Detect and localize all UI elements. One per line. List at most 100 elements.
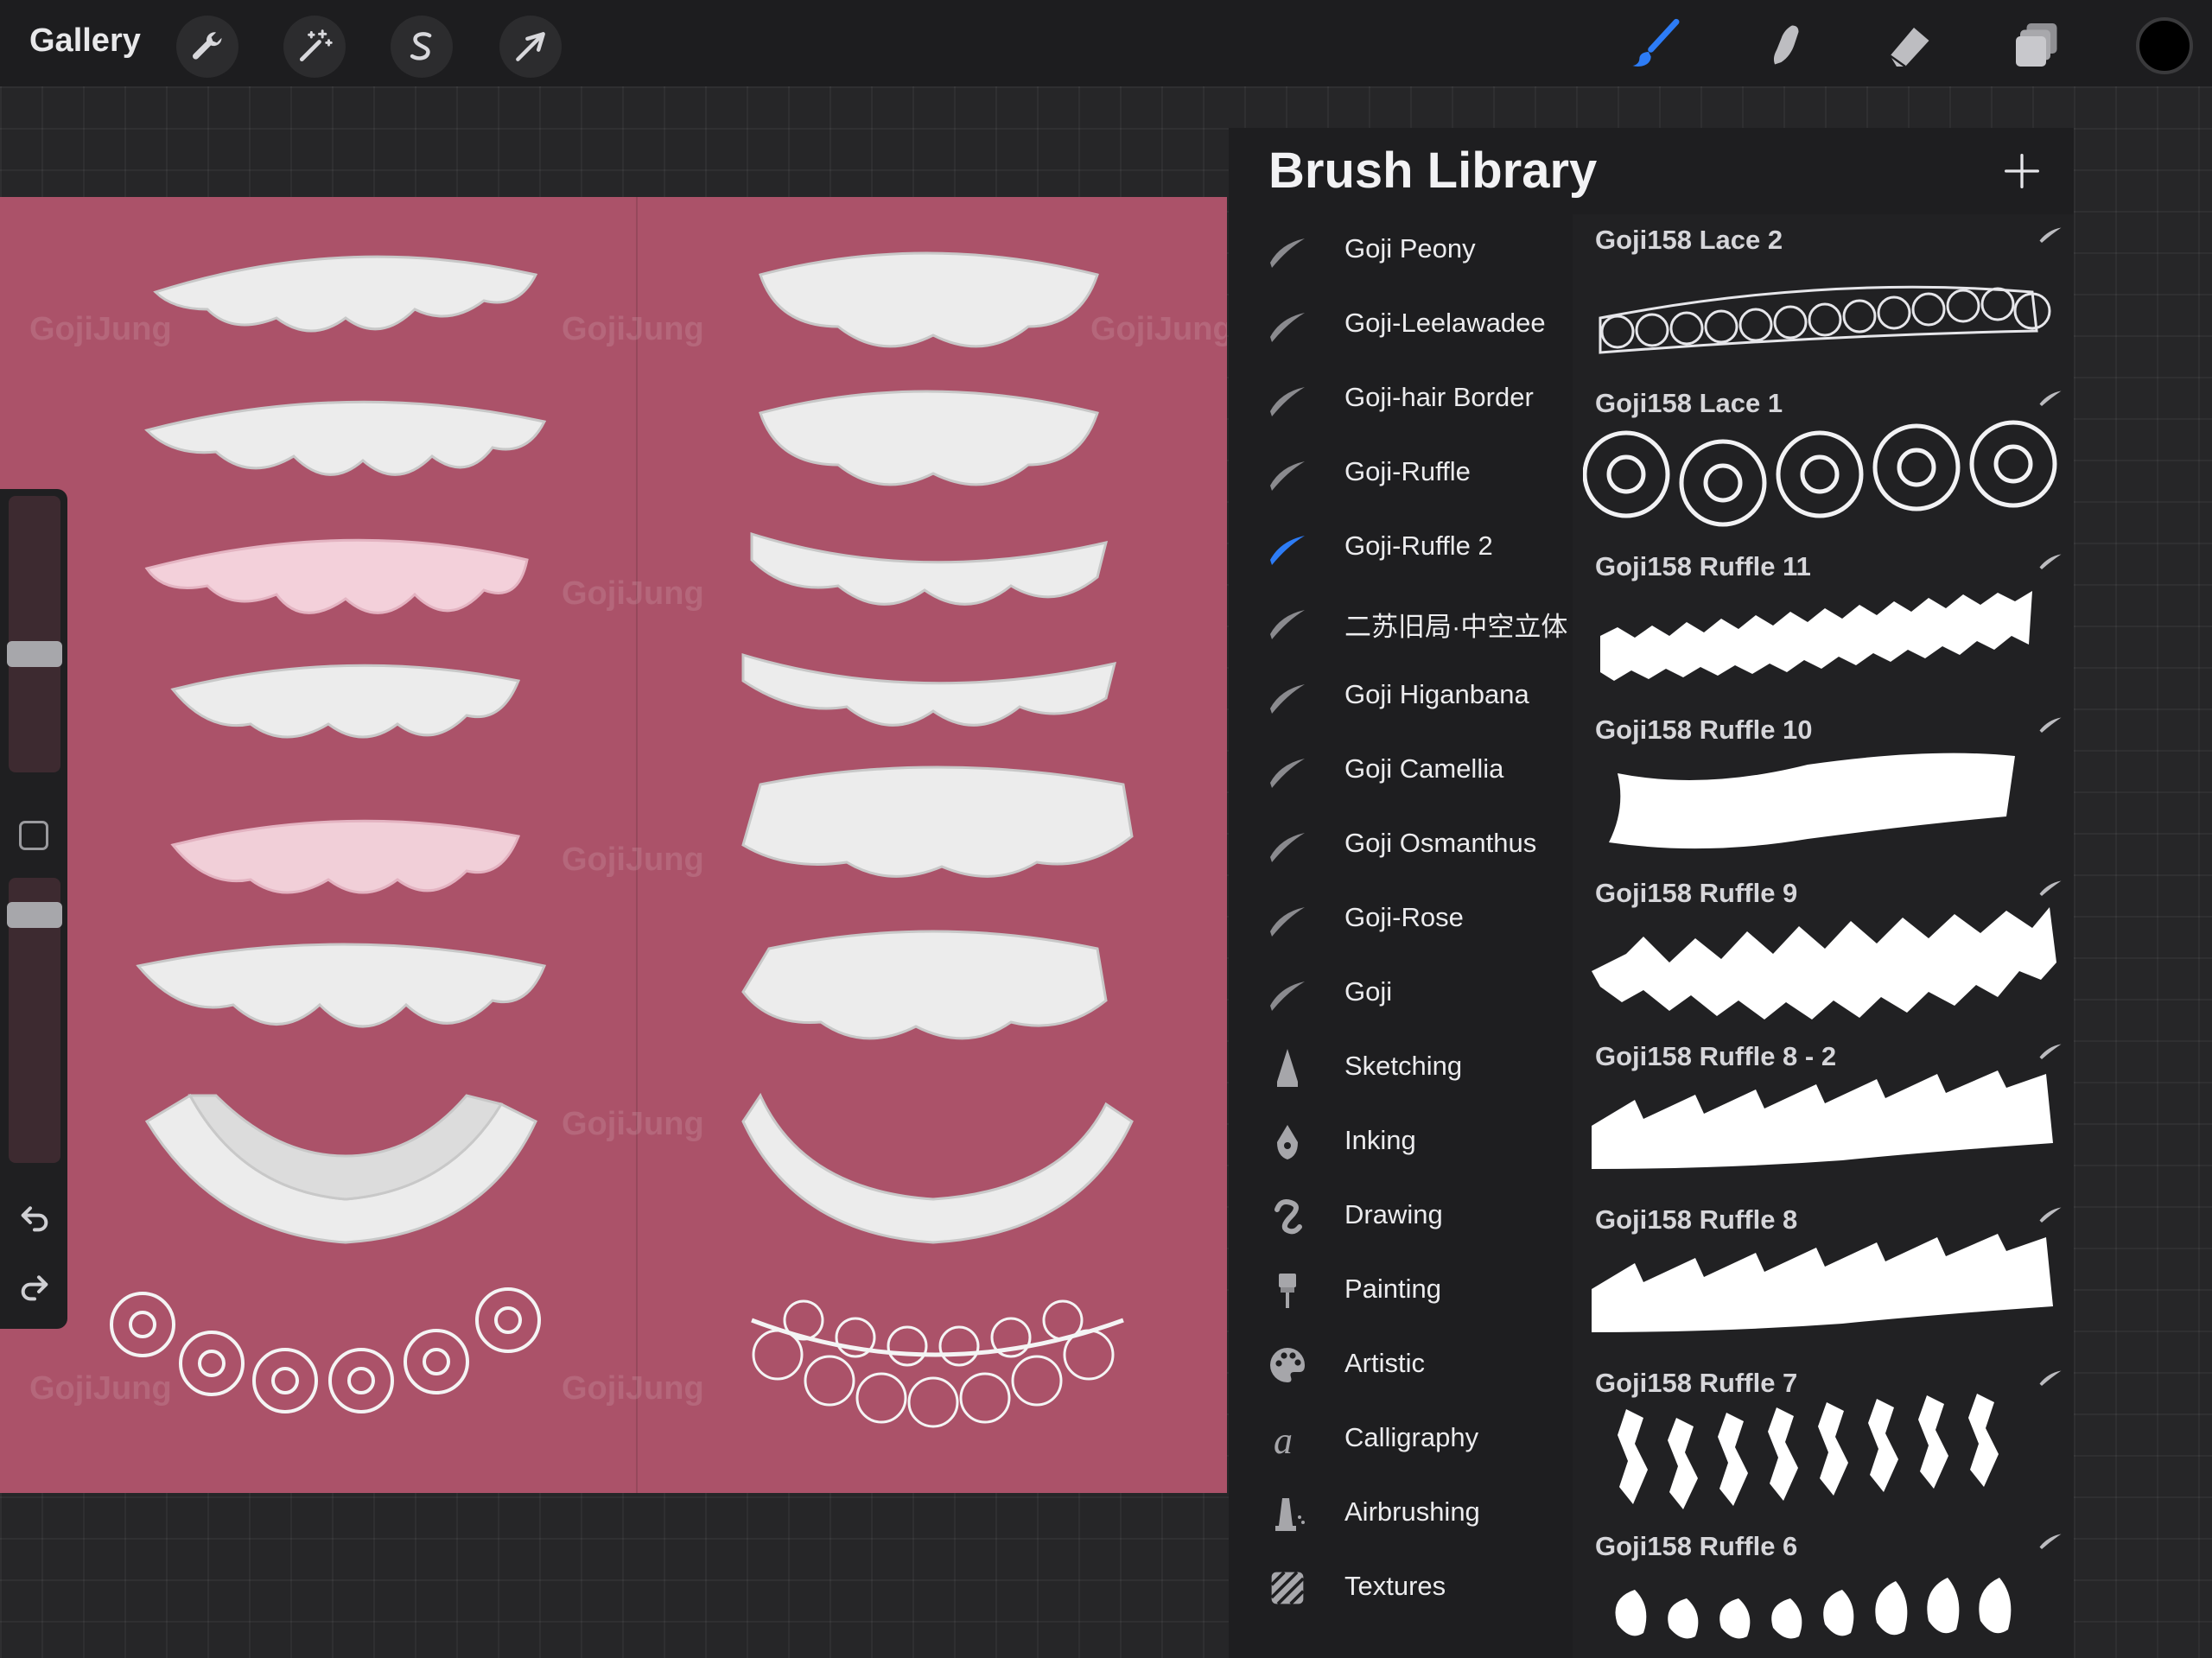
brush-set-label: Goji Camellia [1344,753,1504,784]
add-brush-button[interactable] [1996,145,2048,197]
brush-set-label: Goji Osmanthus [1344,828,1537,858]
stroke-icon [1263,301,1312,349]
brush-list: Goji158 Lace 2 Goji158 Lace 1 Goji158 Ru… [1573,214,2074,1658]
selection-s-icon[interactable] [391,16,453,78]
texture-icon [1263,1564,1312,1612]
brush-set-label: Goji Higanbana [1344,679,1529,709]
squiggle-icon [1263,1192,1312,1241]
svg-text:a: a [1274,1420,1293,1460]
brush-set-item[interactable]: Airbrushing [1229,1477,1573,1552]
brush-set-label: Calligraphy [1344,1422,1479,1452]
brush-set-item[interactable]: Goji Osmanthus [1229,809,1573,883]
brush-set-label: Artistic [1344,1348,1425,1378]
brush-item[interactable]: Goji158 Ruffle 11 [1573,541,2074,704]
brush-item[interactable]: Goji158 Lace 1 [1573,378,2074,541]
airbrush-icon [1263,1490,1312,1538]
eraser-icon[interactable] [1877,12,1942,78]
brush-set-label: Goji [1344,976,1393,1007]
calligraphy-a-icon: a [1263,1415,1312,1464]
stroke-icon [1263,449,1312,498]
stroke-icon [1263,821,1312,869]
brush-size-slider[interactable] [9,496,60,772]
brush-preview [1592,907,2056,1020]
brush-set-item[interactable]: Drawing [1229,1180,1573,1255]
brush-preview [1600,591,2032,681]
stroke-icon [2037,878,2063,901]
brush-set-label: Airbrushing [1344,1496,1480,1527]
stroke-icon [2037,1204,2063,1228]
brush-preview [1609,753,2015,849]
brush-set-label: Goji-Leelawadee [1344,308,1546,338]
stroke-icon [2037,1531,2063,1554]
stroke-icon [1263,895,1312,943]
undo-icon[interactable] [16,1199,54,1237]
stroke-icon [1263,524,1312,572]
brush-set-label: Goji-Ruffle 2 [1344,530,1493,561]
brush-item[interactable]: Goji158 Ruffle 9 [1573,867,2074,1031]
brush-item[interactable]: Goji158 Ruffle 10 [1573,704,2074,867]
brush-set-item[interactable]: 二苏旧局·中空立体 [1229,586,1573,660]
brush-set-item[interactable]: Goji-Leelawadee [1229,289,1573,363]
brush-set-label: Drawing [1344,1199,1443,1229]
stroke-icon [1263,746,1312,795]
palette-icon [1263,1341,1312,1389]
modify-button[interactable] [19,821,48,850]
brush-set-item[interactable]: Painting [1229,1255,1573,1329]
brush-set-item[interactable]: Artistic [1229,1329,1573,1403]
brush-set-item[interactable]: Textures [1229,1552,1573,1626]
brush-item[interactable]: Goji158 Ruffle 8 [1573,1194,2074,1357]
stroke-icon [2037,1368,2063,1391]
panel-title: Brush Library [1268,143,1598,199]
stroke-icon [1263,375,1312,423]
paint-brush-icon [1263,1267,1312,1315]
brush-preview [1615,1578,2012,1639]
brush-icon[interactable] [1623,12,1688,78]
brush-set-item[interactable]: Goji-Rose [1229,883,1573,957]
stroke-icon [1263,672,1312,721]
brush-set-label: 二苏旧局·中空立体 [1344,612,1568,642]
stroke-icon [1263,226,1312,275]
layers-icon[interactable] [2005,12,2070,78]
brush-set-label: Painting [1344,1274,1442,1304]
brush-set-item[interactable]: Goji Higanbana [1229,660,1573,734]
stroke-icon [2037,388,2063,411]
brush-set-label: Goji-hair Border [1344,382,1534,412]
brush-set-label: Sketching [1344,1051,1463,1081]
brush-set-item[interactable]: a Calligraphy [1229,1403,1573,1477]
stroke-icon [2037,225,2063,248]
brush-set-item[interactable]: Goji-hair Border [1229,363,1573,437]
left-sidebar [0,489,67,1329]
pencil-tip-icon [1263,1044,1312,1092]
brush-set-item[interactable]: Inking [1229,1106,1573,1180]
stroke-icon [2037,1041,2063,1064]
gallery-button[interactable]: Gallery [29,22,141,60]
redo-icon[interactable] [16,1268,54,1306]
brush-preview [1599,285,2051,354]
drawing-canvas[interactable]: GojiJung GojiJung GojiJung GojiJung Goji… [0,197,1227,1493]
brush-item[interactable]: Goji158 Ruffle 8 - 2 [1573,1031,2074,1194]
brush-set-item[interactable]: Goji Peony [1229,214,1573,289]
brush-set-item[interactable]: Sketching [1229,1032,1573,1106]
ruffle-artwork [110,251,1134,1428]
current-color-swatch[interactable] [2136,17,2193,74]
brush-library-panel: Brush Library Goji Peony Goji-Leelawadee… [1229,128,2074,1658]
brush-item[interactable]: Goji158 Lace 2 [1573,214,2074,378]
opacity-knob[interactable] [7,902,62,928]
stroke-icon [1263,598,1312,646]
brush-item[interactable]: Goji158 Ruffle 7 [1573,1357,2074,1521]
smudge-icon[interactable] [1751,12,1816,78]
brush-preview [1583,420,2057,527]
brush-set-item[interactable]: Goji-Ruffle [1229,437,1573,511]
brush-size-knob[interactable] [7,641,62,667]
brush-set-item-selected[interactable]: Goji-Ruffle 2 [1229,511,1573,586]
brush-set-item[interactable]: Goji [1229,957,1573,1032]
stroke-icon [2037,715,2063,738]
brush-set-item[interactable]: Goji Camellia [1229,734,1573,809]
arrow-transform-icon[interactable] [499,16,562,78]
wrench-icon[interactable] [176,16,238,78]
brush-preview [1618,1394,1999,1509]
brush-item[interactable]: Goji158 Ruffle 6 [1573,1521,2074,1658]
brush-set-label: Goji Peony [1344,233,1476,264]
magic-wand-icon[interactable] [283,16,346,78]
brush-set-label: Goji-Rose [1344,902,1464,932]
